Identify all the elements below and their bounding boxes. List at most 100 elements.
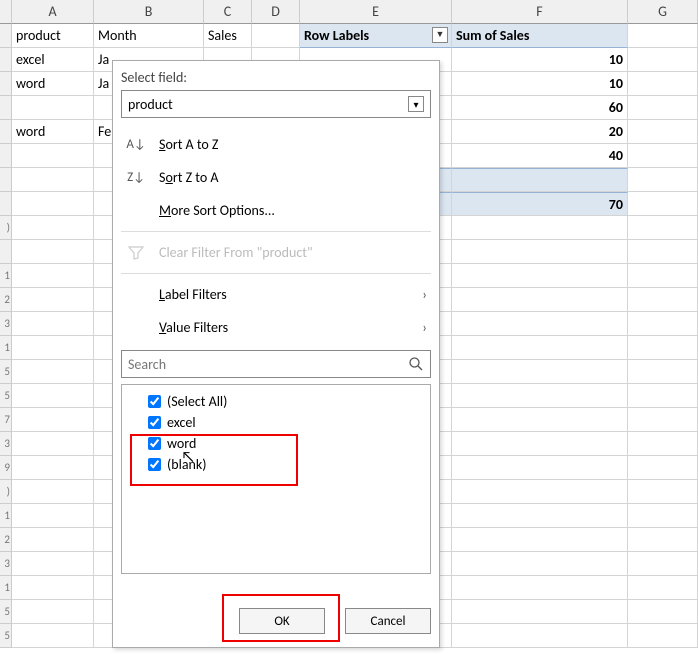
cell-a23[interactable]: [12, 552, 94, 576]
pivot-filter-dropdown-icon[interactable]: ▼: [432, 27, 448, 43]
check-excel[interactable]: excel: [148, 412, 422, 433]
cell-a10[interactable]: [12, 240, 94, 264]
filter-search-input[interactable]: [128, 356, 408, 373]
cell-f13[interactable]: [452, 312, 628, 336]
cell-a18[interactable]: [12, 432, 94, 456]
row-num-8[interactable]: [0, 192, 12, 216]
row-num-10[interactable]: [0, 240, 12, 264]
row-num-15[interactable]: 5: [0, 360, 12, 384]
col-header-b[interactable]: B: [94, 0, 204, 24]
cell-a22[interactable]: [12, 528, 94, 552]
cell-a14[interactable]: [12, 336, 94, 360]
cell-g10[interactable]: [628, 240, 698, 264]
cell-a4[interactable]: [12, 96, 94, 120]
row-num-25[interactable]: 5: [0, 600, 12, 624]
cell-f23[interactable]: [452, 552, 628, 576]
pivot-row-labels-header[interactable]: Row Labels ▼: [300, 24, 452, 48]
cell-g6[interactable]: [628, 144, 698, 168]
cell-g21[interactable]: [628, 504, 698, 528]
cell-g11[interactable]: [628, 264, 698, 288]
row-num-22[interactable]: 2: [0, 528, 12, 552]
cell-g15[interactable]: [628, 360, 698, 384]
row-num-12[interactable]: 2: [0, 288, 12, 312]
cell-a12[interactable]: [12, 288, 94, 312]
cell-f21[interactable]: [452, 504, 628, 528]
check-blank[interactable]: (blank): [148, 454, 422, 475]
corner-cell[interactable]: [0, 0, 12, 24]
row-num-18[interactable]: 3: [0, 432, 12, 456]
cell-f20[interactable]: [452, 480, 628, 504]
cell-a1[interactable]: product: [12, 24, 94, 48]
row-num-26[interactable]: 5: [0, 624, 12, 648]
col-header-g[interactable]: G: [628, 0, 698, 24]
cell-f17[interactable]: [452, 408, 628, 432]
cell-g22[interactable]: [628, 528, 698, 552]
col-header-c[interactable]: C: [204, 0, 252, 24]
row-num-24[interactable]: 1: [0, 576, 12, 600]
cell-a15[interactable]: [12, 360, 94, 384]
cell-f15[interactable]: [452, 360, 628, 384]
cell-f16[interactable]: [452, 384, 628, 408]
field-selector[interactable]: product ▾: [121, 90, 431, 118]
cell-g13[interactable]: [628, 312, 698, 336]
cell-a3[interactable]: word: [12, 72, 94, 96]
cell-g5[interactable]: [628, 120, 698, 144]
cell-f26[interactable]: [452, 624, 628, 648]
cell-g24[interactable]: [628, 576, 698, 600]
cell-g17[interactable]: [628, 408, 698, 432]
row-num-2[interactable]: [0, 48, 12, 72]
cell-f11[interactable]: [452, 264, 628, 288]
check-select-all[interactable]: (Select All): [148, 391, 422, 412]
row-num-21[interactable]: 1: [0, 504, 12, 528]
cell-f8[interactable]: 70: [452, 192, 628, 216]
cell-g19[interactable]: [628, 456, 698, 480]
cell-g16[interactable]: [628, 384, 698, 408]
cancel-button[interactable]: Cancel: [345, 608, 431, 634]
col-header-e[interactable]: E: [300, 0, 452, 24]
cell-b1[interactable]: Month: [94, 24, 204, 48]
cell-f14[interactable]: [452, 336, 628, 360]
cell-f24[interactable]: [452, 576, 628, 600]
cell-a13[interactable]: [12, 312, 94, 336]
cell-a25[interactable]: [12, 600, 94, 624]
cell-a6[interactable]: [12, 144, 94, 168]
row-num-13[interactable]: 3: [0, 312, 12, 336]
row-num-23[interactable]: 3: [0, 552, 12, 576]
cell-a20[interactable]: [12, 480, 94, 504]
row-num-16[interactable]: 5: [0, 384, 12, 408]
cell-g9[interactable]: [628, 216, 698, 240]
row-num-3[interactable]: [0, 72, 12, 96]
pivot-sum-header[interactable]: Sum of Sales: [452, 24, 628, 48]
cell-g8[interactable]: [628, 192, 698, 216]
col-header-f[interactable]: F: [452, 0, 628, 24]
cell-g12[interactable]: [628, 288, 698, 312]
cell-g25[interactable]: [628, 600, 698, 624]
cell-a8[interactable]: [12, 192, 94, 216]
cell-a19[interactable]: [12, 456, 94, 480]
ok-button[interactable]: OK: [239, 608, 325, 634]
sort-z-to-a[interactable]: Z↓ Sort Z to A: [121, 161, 431, 194]
cell-g18[interactable]: [628, 432, 698, 456]
cell-f19[interactable]: [452, 456, 628, 480]
cell-f18[interactable]: [452, 432, 628, 456]
cell-g7[interactable]: [628, 168, 698, 192]
cell-g3[interactable]: [628, 72, 698, 96]
check-word[interactable]: word: [148, 433, 422, 454]
cell-g2[interactable]: [628, 48, 698, 72]
row-num-17[interactable]: 7: [0, 408, 12, 432]
cell-a17[interactable]: [12, 408, 94, 432]
cell-f6[interactable]: 40: [452, 144, 628, 168]
col-header-a[interactable]: A: [12, 0, 94, 24]
row-num-9[interactable]: ): [0, 216, 12, 240]
cell-g26[interactable]: [628, 624, 698, 648]
cell-a11[interactable]: [12, 264, 94, 288]
cell-g20[interactable]: [628, 480, 698, 504]
cell-f9[interactable]: [452, 216, 628, 240]
sort-a-to-z[interactable]: A↓ Sort A to Z: [121, 128, 431, 161]
col-header-d[interactable]: D: [252, 0, 300, 24]
cell-a16[interactable]: [12, 384, 94, 408]
cell-f10[interactable]: [452, 240, 628, 264]
value-filters[interactable]: Value Filters ›: [121, 311, 431, 344]
row-num-5[interactable]: [0, 120, 12, 144]
label-filters[interactable]: Label Filters ›: [121, 278, 431, 311]
